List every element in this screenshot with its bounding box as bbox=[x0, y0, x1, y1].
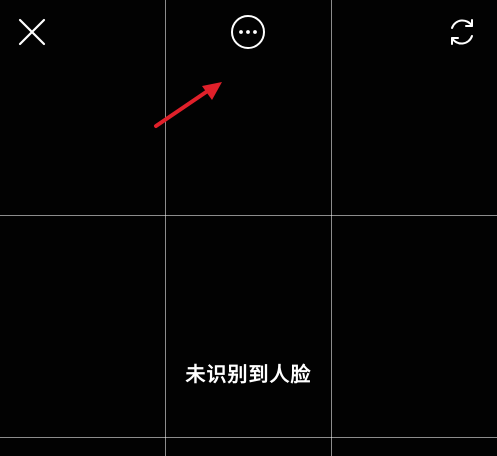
camera-viewfinder: 未识别到人脸 bbox=[0, 0, 497, 456]
switch-camera-button[interactable] bbox=[442, 12, 482, 52]
red-annotation-arrow bbox=[154, 82, 222, 128]
more-icon bbox=[231, 15, 265, 49]
switch-camera-icon bbox=[451, 19, 473, 45]
close-button[interactable] bbox=[12, 12, 52, 52]
close-icon bbox=[18, 18, 46, 46]
grid-line-vertical-right bbox=[331, 0, 332, 456]
grid-line-horizontal-top bbox=[0, 215, 497, 216]
more-options-button[interactable] bbox=[228, 12, 268, 52]
grid-line-vertical-left bbox=[165, 0, 166, 456]
grid-line-horizontal-bottom bbox=[0, 437, 497, 438]
face-detection-status: 未识别到人脸 bbox=[185, 362, 312, 386]
